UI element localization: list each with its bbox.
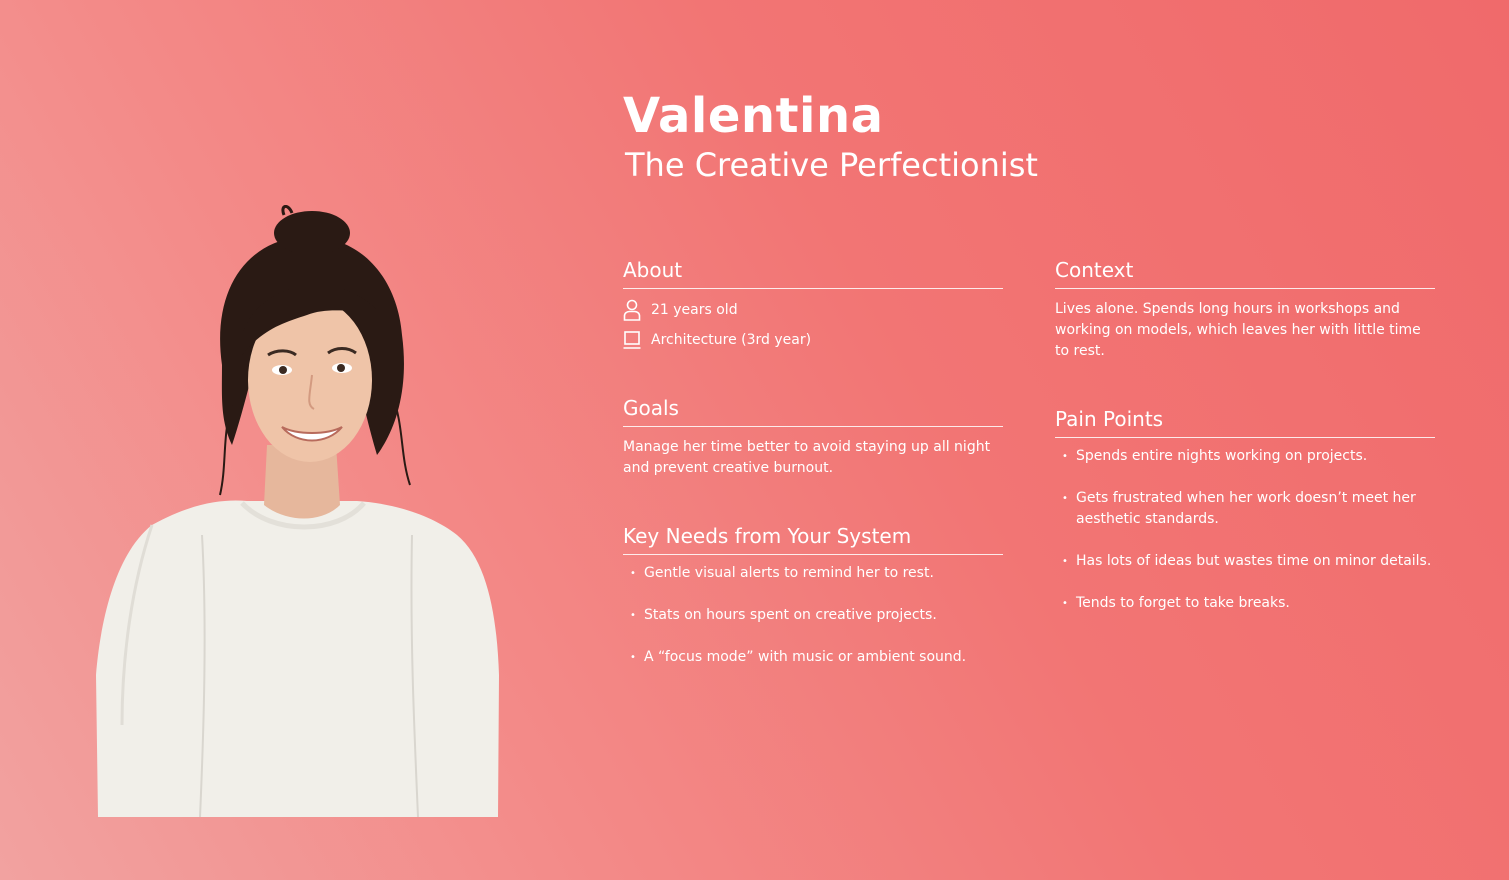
list-item: Has lots of ideas but wastes time on min… [1055,551,1435,572]
about-heading: About [623,258,1003,289]
context-text: Lives alone. Spends long hours in worksh… [1055,301,1421,359]
persona-subtitle: The Creative Perfectionist [625,146,1038,184]
persona-name: Valentina [623,88,884,144]
goals-section: Goals Manage her time better to avoid st… [623,396,1003,479]
persona-photo [96,205,499,817]
study-row: Architecture (3rd year) [623,329,1003,351]
list-item: Spends entire nights working on projects… [1055,446,1435,467]
pain-points-list: Spends entire nights working on projects… [1055,446,1435,614]
needs-list: Gentle visual alerts to remind her to re… [623,563,1003,668]
list-item: Tends to forget to take breaks. [1055,593,1435,614]
context-heading: Context [1055,258,1435,289]
person-icon [623,299,641,321]
list-item: Gets frustrated when her work doesn’t me… [1055,488,1435,530]
list-item: A “focus mode” with music or ambient sou… [623,647,1003,668]
study-text: Architecture (3rd year) [651,332,812,348]
needs-heading: Key Needs from Your System [623,524,1003,555]
age-text: 21 years old [651,302,738,318]
list-item: Gentle visual alerts to remind her to re… [623,563,1003,584]
needs-section: Key Needs from Your System Gentle visual… [623,524,1003,689]
goals-heading: Goals [623,396,1003,427]
laptop-icon [623,329,641,351]
context-section: Context Lives alone. Spends long hours i… [1055,258,1435,362]
about-section: About 21 years old Architecture (3rd yea… [623,258,1003,351]
age-row: 21 years old [623,299,1003,321]
pain-points-section: Pain Points Spends entire nights working… [1055,407,1435,635]
pain-points-heading: Pain Points [1055,407,1435,438]
goals-text: Manage her time better to avoid staying … [623,439,991,476]
list-item: Stats on hours spent on creative project… [623,605,1003,626]
